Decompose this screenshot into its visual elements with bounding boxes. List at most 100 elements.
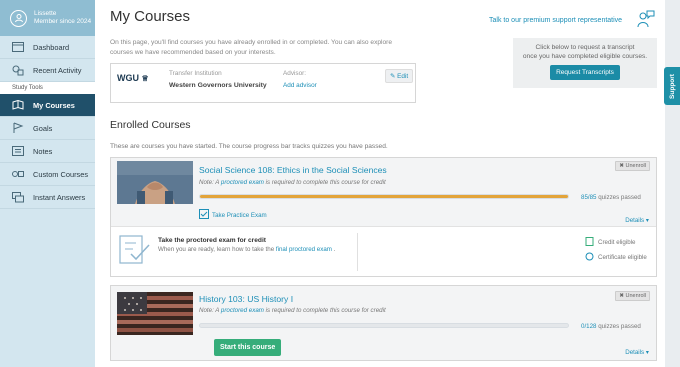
course-card: History 103: US History I Note: A procto…	[110, 285, 657, 361]
request-transcripts-button[interactable]: Request Transcripts	[550, 65, 620, 80]
courses-icon	[11, 99, 25, 111]
exam-panel-text: When you are ready, learn how to take th…	[158, 246, 335, 253]
credit-icon	[585, 237, 598, 248]
activity-icon	[11, 64, 25, 76]
exam-panel-text-end: .	[333, 246, 336, 253]
course-card: Social Science 108: Ethics in the Social…	[110, 157, 657, 277]
credit-eligible-label: Credit eligible	[598, 239, 636, 246]
course-note-prefix: Note: A	[199, 307, 220, 314]
sidebar: Lissette Member since 2024 Dashboard Rec…	[0, 0, 101, 367]
course-note: Note: A proctored exam is required to co…	[199, 179, 386, 186]
course-progress-fill	[200, 195, 568, 198]
exam-checklist-icon	[119, 235, 151, 267]
x-icon: ✖	[619, 293, 624, 299]
add-advisor-link[interactable]: Add advisor	[283, 82, 317, 89]
unenroll-label: Unenroll	[625, 163, 646, 169]
nav-instant-answers-label: Instant Answers	[33, 192, 86, 202]
proctored-exam-link[interactable]: proctored exam	[221, 307, 264, 314]
nav-recent-activity-label: Recent Activity	[33, 65, 82, 75]
advisor-label: Advisor:	[283, 70, 307, 77]
quiz-count-value: 0/128	[581, 323, 597, 330]
avatar-icon	[10, 9, 27, 27]
caret-down-icon: ▾	[645, 217, 649, 224]
course-thumbnail-image[interactable]	[117, 161, 193, 204]
final-proctored-exam-link[interactable]: final proctored exam	[276, 246, 332, 253]
nav-notes[interactable]: Notes	[0, 140, 95, 163]
quiz-count-value: 85/85	[581, 194, 597, 201]
page-intro: On this page, you'll find courses you ha…	[110, 39, 393, 56]
user-name: Lissette	[34, 10, 57, 17]
member-since: Member since 2024	[34, 18, 92, 25]
course-note-prefix: Note: A	[199, 179, 220, 186]
support-representative-link[interactable]: Talk to our premium support representati…	[489, 17, 622, 24]
quiz-count: 0/128 quizzes passed	[581, 323, 641, 330]
course-title-link[interactable]: Social Science 108: Ethics in the Social…	[199, 165, 387, 175]
panel-divider	[357, 233, 358, 271]
course-thumbnail-image[interactable]	[117, 292, 193, 335]
practice-exam-label: Take Practice Exam	[212, 211, 267, 219]
transcript-text-line1: Click below to request a transcript	[535, 44, 635, 51]
unenroll-button[interactable]: ✖ Unenroll	[615, 161, 650, 171]
support-tab-label: Support	[668, 73, 676, 99]
nav-dashboard-label: Dashboard	[33, 42, 70, 52]
course-card-header: History 103: US History I Note: A procto…	[111, 286, 656, 360]
nav-my-courses[interactable]: My Courses	[0, 94, 101, 117]
certificate-eligible: Certificate eligible	[585, 252, 647, 263]
support-tab-button[interactable]: Support	[664, 67, 680, 105]
course-details-toggle[interactable]: Details ▾	[625, 349, 649, 356]
custom-courses-icon	[11, 168, 25, 180]
exam-panel-text-prefix: When you are ready, learn how to take th…	[158, 246, 275, 253]
proctored-exam-link[interactable]: proctored exam	[221, 179, 264, 186]
wgu-logo-text: WGU	[117, 73, 139, 83]
details-label: Details	[625, 349, 645, 356]
course-note: Note: A proctored exam is required to co…	[199, 307, 386, 314]
course-card-header: Social Science 108: Ethics in the Social…	[111, 158, 656, 226]
nav-custom-courses-label: Custom Courses	[33, 169, 89, 179]
nav-my-courses-label: My Courses	[33, 100, 75, 110]
nav-goals-label: Goals	[33, 123, 53, 133]
nav-instant-answers[interactable]: Instant Answers	[0, 186, 95, 209]
x-icon: ✖	[619, 163, 624, 169]
take-practice-exam-link[interactable]: Take Practice Exam	[199, 209, 267, 221]
quiz-count-label: quizzes passed	[598, 323, 641, 330]
course-progress-bar	[199, 194, 569, 199]
practice-exam-icon	[199, 209, 212, 221]
nav-recent-activity[interactable]: Recent Activity	[0, 59, 95, 82]
pencil-icon: ✎	[390, 73, 396, 80]
user-profile[interactable]: Lissette Member since 2024	[0, 0, 95, 36]
exam-panel-title: Take the proctored exam for credit	[158, 237, 266, 244]
certificate-icon	[585, 252, 598, 263]
nav-custom-courses[interactable]: Custom Courses	[0, 163, 95, 186]
unenroll-label: Unenroll	[625, 293, 646, 299]
course-note-suffix: is required to complete this course for …	[265, 307, 386, 314]
quiz-count-label: quizzes passed	[598, 194, 641, 201]
goals-icon	[11, 122, 25, 134]
transcript-text-line2: once you have completed eligible courses…	[522, 52, 648, 60]
nav-notes-label: Notes	[33, 146, 53, 156]
wgu-logo: WGU ♕	[117, 73, 149, 83]
support-representative-icon[interactable]	[635, 10, 655, 30]
proctored-exam-panel: Take the proctored exam for credit When …	[111, 226, 656, 276]
course-title-link[interactable]: History 103: US History I	[199, 294, 293, 304]
edit-institution-button[interactable]: ✎ Edit	[385, 69, 414, 83]
caret-down-icon: ▾	[645, 349, 649, 356]
course-progress-bar	[199, 323, 569, 328]
transcript-panel: Click below to request a transcript once…	[513, 38, 657, 88]
quiz-count: 85/85 quizzes passed	[581, 194, 641, 201]
nav-section-label: Study Tools	[0, 82, 95, 94]
main-content: My Courses Talk to our premium support r…	[95, 0, 665, 367]
credit-eligible: Credit eligible	[585, 237, 636, 248]
course-details-toggle[interactable]: Details ▾	[625, 217, 649, 224]
nav-dashboard[interactable]: Dashboard	[0, 36, 95, 59]
institution-box: WGU ♕ Transfer Institution Western Gover…	[110, 63, 416, 103]
unenroll-button[interactable]: ✖ Unenroll	[615, 291, 650, 301]
enrolled-courses-title: Enrolled Courses	[110, 119, 191, 131]
nav-goals[interactable]: Goals	[0, 117, 95, 140]
course-note-suffix: is required to complete this course for …	[265, 179, 386, 186]
dashboard-icon	[11, 41, 25, 53]
page-title: My Courses	[110, 8, 191, 25]
enrolled-courses-subtitle: These are courses you have started. The …	[110, 143, 388, 150]
transfer-institution-label: Transfer Institution	[169, 70, 222, 77]
start-course-button[interactable]: Start this course	[214, 339, 282, 356]
details-label: Details	[625, 217, 645, 224]
